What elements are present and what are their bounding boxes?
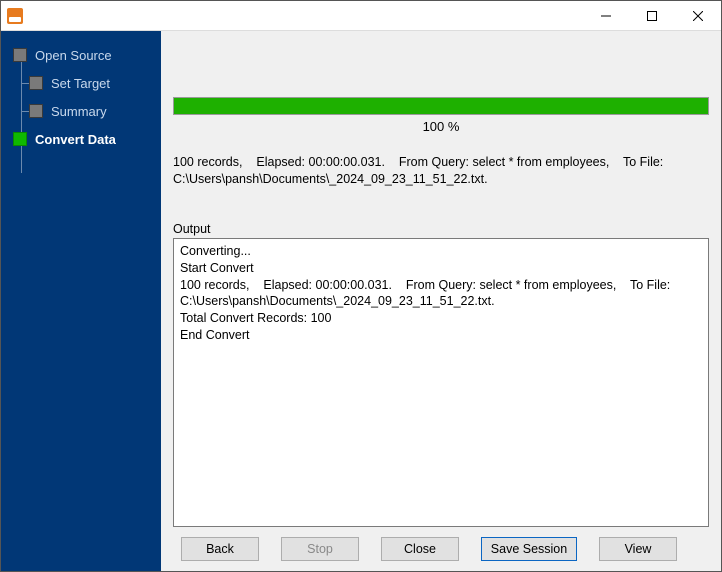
close-window-button[interactable]	[675, 1, 721, 31]
step-label: Set Target	[51, 76, 110, 91]
button-row: Back Stop Close Save Session View	[173, 527, 709, 561]
step-open-source[interactable]: Open Source	[1, 41, 161, 69]
view-button[interactable]: View	[599, 537, 677, 561]
output-textarea[interactable]: Converting... Start Convert 100 records,…	[173, 238, 709, 527]
maximize-button[interactable]	[629, 1, 675, 31]
step-convert-data[interactable]: Convert Data	[1, 125, 161, 153]
main-panel: 100 % 100 records, Elapsed: 00:00:00.031…	[161, 31, 721, 571]
titlebar	[1, 1, 721, 31]
step-status-icon	[29, 76, 43, 90]
wizard-sidebar: Open Source Set Target Summary Convert D…	[1, 31, 161, 571]
minimize-button[interactable]	[583, 1, 629, 31]
stop-button: Stop	[281, 537, 359, 561]
output-label: Output	[173, 222, 709, 236]
app-icon	[7, 8, 23, 24]
step-status-icon	[13, 132, 27, 146]
step-label: Convert Data	[35, 132, 116, 147]
step-status-icon	[29, 104, 43, 118]
progress-bar	[173, 97, 709, 115]
close-button[interactable]: Close	[381, 537, 459, 561]
step-set-target[interactable]: Set Target	[1, 69, 161, 97]
step-label: Open Source	[35, 48, 112, 63]
back-button[interactable]: Back	[181, 537, 259, 561]
step-label: Summary	[51, 104, 107, 119]
progress-percent: 100 %	[173, 119, 709, 134]
save-session-button[interactable]: Save Session	[481, 537, 577, 561]
step-summary[interactable]: Summary	[1, 97, 161, 125]
step-status-icon	[13, 48, 27, 62]
summary-text: 100 records, Elapsed: 00:00:00.031. From…	[173, 154, 709, 188]
